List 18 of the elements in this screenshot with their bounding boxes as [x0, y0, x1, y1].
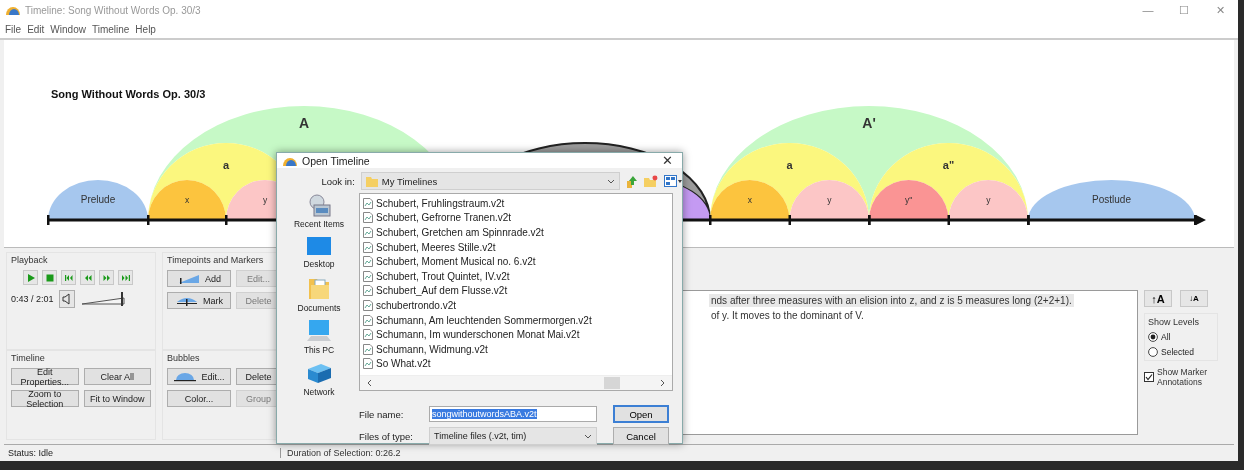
radio-label: Selected — [1161, 347, 1195, 357]
radio-label: All — [1161, 332, 1171, 342]
group-label: Timeline — [11, 353, 46, 363]
group-label: Show Levels — [1148, 317, 1201, 327]
annotation-line: of y. It moves to the dominant of V. — [710, 309, 865, 322]
time-display: 0:43 / 2:01 — [11, 294, 54, 304]
group-label: Timepoints and Markers — [167, 255, 265, 265]
dialog-title: Open Timeline — [302, 154, 370, 167]
group-label: Playback — [11, 255, 49, 265]
status-text: Status: Idle — [4, 448, 281, 458]
group-label: Bubbles — [167, 353, 201, 363]
timeline-title: Song Without Words Op. 30/3 — [51, 88, 206, 100]
selection-duration: Duration of Selection: 0:26.2 — [286, 448, 401, 458]
file-name-label: File name: — [359, 408, 405, 420]
checkbox-label: Show Marker Annotations — [1157, 367, 1209, 387]
look-in-label: Look in: — [320, 175, 355, 187]
window-title: Timeline: Song Without Words Op. 30/3 — [25, 4, 201, 16]
file-type-label: Files of type: — [359, 430, 414, 442]
